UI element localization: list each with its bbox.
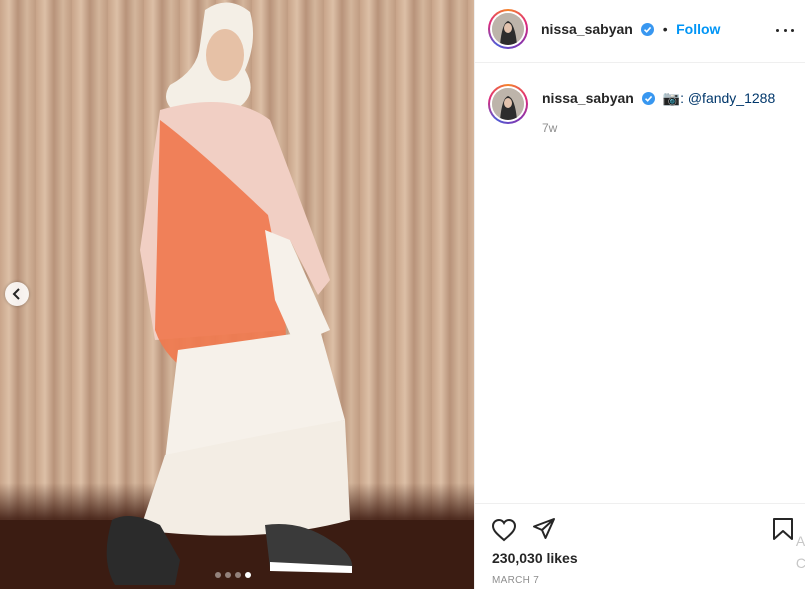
caption-avatar[interactable] (488, 84, 528, 124)
caption-avatar-photo (492, 88, 524, 120)
avatar-frame (490, 11, 526, 47)
carousel-dot-active (245, 572, 251, 578)
carousel-indicator (215, 572, 251, 578)
carousel-dot (235, 572, 241, 578)
caption-avatar-image (492, 88, 524, 120)
verified-badge-icon (641, 23, 655, 36)
post-photo-figure (0, 2, 474, 589)
separator-dot: • (662, 21, 668, 37)
post-photo[interactable] (0, 0, 474, 589)
post-actions: 230,030 likes MARCH 7 A C (475, 503, 805, 589)
verified-badge-icon (641, 92, 655, 105)
caption-text: nissa_sabyan 📷: @fandy_1288 (542, 90, 775, 107)
carousel-dot (215, 572, 221, 578)
avatar-photo (492, 13, 524, 45)
caption-username[interactable]: nissa_sabyan (542, 90, 634, 106)
more-options-icon[interactable] (776, 22, 794, 38)
post-header: nissa_sabyan • Follow (475, 0, 805, 63)
carousel-prev-button[interactable] (5, 282, 29, 306)
bookmark-icon[interactable] (772, 517, 794, 541)
camera-emoji: 📷 (662, 90, 681, 106)
carousel-dot (225, 572, 231, 578)
post-sidebar: nissa_sabyan • Follow nissa_sabyan 📷: @f… (474, 0, 805, 589)
header-user-line: nissa_sabyan • Follow (541, 21, 720, 39)
likes-count[interactable]: 230,030 likes (492, 550, 578, 566)
post-date[interactable]: MARCH 7 (492, 575, 539, 586)
avatar-image (492, 13, 524, 45)
avatar[interactable] (488, 9, 528, 49)
follow-button[interactable]: Follow (676, 21, 720, 37)
username[interactable]: nissa_sabyan (541, 21, 633, 37)
comment-timestamp[interactable]: 7w (542, 121, 557, 135)
photographer-mention[interactable]: : @fandy_1288 (680, 90, 775, 106)
paper-plane-icon[interactable] (532, 517, 556, 541)
caption-avatar-frame (490, 86, 526, 122)
heart-icon[interactable] (491, 518, 517, 542)
clipped-comment-text: A C (795, 533, 805, 571)
chevron-left-icon (12, 288, 20, 300)
